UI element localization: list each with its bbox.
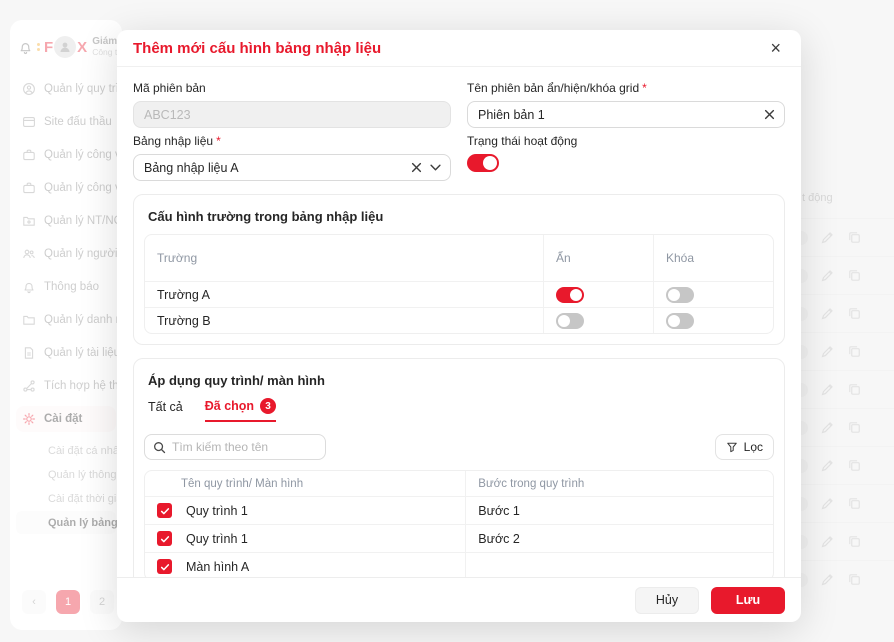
column-header-buoc: Bước trong quy trình <box>465 471 773 496</box>
field-ma-phien-ban: Mã phiên bản <box>133 75 451 128</box>
cancel-button[interactable]: Hủy <box>635 587 699 614</box>
process-name: Quy trình 1 <box>186 504 248 518</box>
fields-config-panel: Cấu hình trường trong bảng nhập liệu Trư… <box>133 194 785 345</box>
clear-icon[interactable] <box>764 109 775 120</box>
funnel-icon <box>726 441 738 453</box>
clear-icon[interactable] <box>411 162 422 173</box>
field-label: Trạng thái hoạt động <box>467 134 785 148</box>
save-button[interactable]: Lưu <box>711 587 785 614</box>
modal-header: Thêm mới cấu hình bảng nhập liệu × <box>117 30 801 67</box>
panel-title: Cấu hình trường trong bảng nhập liệu <box>148 209 774 224</box>
table-header-row: Tên quy trình/ Màn hình Bước trong quy t… <box>145 471 773 496</box>
field-label: Mã phiên bản <box>133 81 451 95</box>
tabs: Tất cả Đã chọn 3 <box>148 398 774 422</box>
close-icon[interactable]: × <box>766 37 785 59</box>
tab-label: Đã chọn <box>205 399 254 413</box>
row-checkbox[interactable] <box>157 531 172 546</box>
field-trang-thai: Trạng thái hoạt động <box>467 128 785 181</box>
filter-button[interactable]: Lọc <box>715 434 774 460</box>
table-header-row: Trường Ẩn Khóa <box>145 235 773 281</box>
selected-count-badge: 3 <box>260 398 276 414</box>
field-label: Bảng nhập liệu <box>133 134 451 148</box>
table-row: Quy trình 1 Bước 1 <box>145 496 773 524</box>
table-row: Màn hình A <box>145 552 773 577</box>
process-name: Màn hình A <box>186 560 249 574</box>
field-name: Trường A <box>145 288 543 302</box>
bang-nhap-lieu-select[interactable] <box>133 154 451 181</box>
tab-da-chon[interactable]: Đã chọn 3 <box>205 398 276 422</box>
modal-body: Mã phiên bản Tên phiên bản ẩn/hiện/khóa … <box>117 67 801 577</box>
ten-phien-ban-input[interactable] <box>467 101 785 128</box>
table-row: Trường A <box>145 281 773 307</box>
modal-footer: Hủy Lưu <box>117 577 801 622</box>
panel-title: Áp dụng quy trình/ màn hình <box>148 373 774 388</box>
process-step: Bước 1 <box>465 497 773 524</box>
fields-table: Trường Ẩn Khóa Trường A Trường B <box>144 234 774 334</box>
row-checkbox[interactable] <box>157 503 172 518</box>
process-name: Quy trình 1 <box>186 532 248 546</box>
chevron-down-icon[interactable] <box>430 164 441 171</box>
an-toggle[interactable] <box>556 287 584 303</box>
search-icon <box>153 441 166 454</box>
process-table: Tên quy trình/ Màn hình Bước trong quy t… <box>144 470 774 577</box>
field-bang-nhap-lieu: Bảng nhập liệu <box>133 128 451 181</box>
khoa-toggle[interactable] <box>666 313 694 329</box>
add-config-modal: Thêm mới cấu hình bảng nhập liệu × Mã ph… <box>117 30 801 622</box>
search-input[interactable] <box>172 440 317 454</box>
khoa-toggle[interactable] <box>666 287 694 303</box>
filter-label: Lọc <box>744 440 763 454</box>
modal-title: Thêm mới cấu hình bảng nhập liệu <box>133 40 381 57</box>
process-step <box>465 553 773 577</box>
form-grid: Mã phiên bản Tên phiên bản ẩn/hiện/khóa … <box>133 75 785 181</box>
tab-label: Tất cả <box>148 400 183 414</box>
ma-phien-ban-input[interactable] <box>133 101 451 128</box>
row-checkbox[interactable] <box>157 559 172 574</box>
apply-process-panel: Áp dụng quy trình/ màn hình Tất cả Đã ch… <box>133 358 785 577</box>
tab-tat-ca[interactable]: Tất cả <box>148 398 183 422</box>
field-ten-phien-ban: Tên phiên bản ẩn/hiện/khóa grid <box>467 75 785 128</box>
search-box <box>144 434 326 460</box>
column-header-an: Ẩn <box>543 235 653 281</box>
process-step: Bước 2 <box>465 525 773 552</box>
table-row: Quy trình 1 Bước 2 <box>145 524 773 552</box>
trang-thai-toggle[interactable] <box>467 154 499 172</box>
column-header-khoa: Khóa <box>653 235 773 281</box>
an-toggle[interactable] <box>556 313 584 329</box>
search-row: Lọc <box>144 434 774 460</box>
column-header-ten-quy-trinh: Tên quy trình/ Màn hình <box>145 471 465 496</box>
field-label: Tên phiên bản ẩn/hiện/khóa grid <box>467 81 785 95</box>
field-name: Trường B <box>145 314 543 328</box>
table-row: Trường B <box>145 307 773 333</box>
column-header-truong: Trường <box>145 251 543 265</box>
